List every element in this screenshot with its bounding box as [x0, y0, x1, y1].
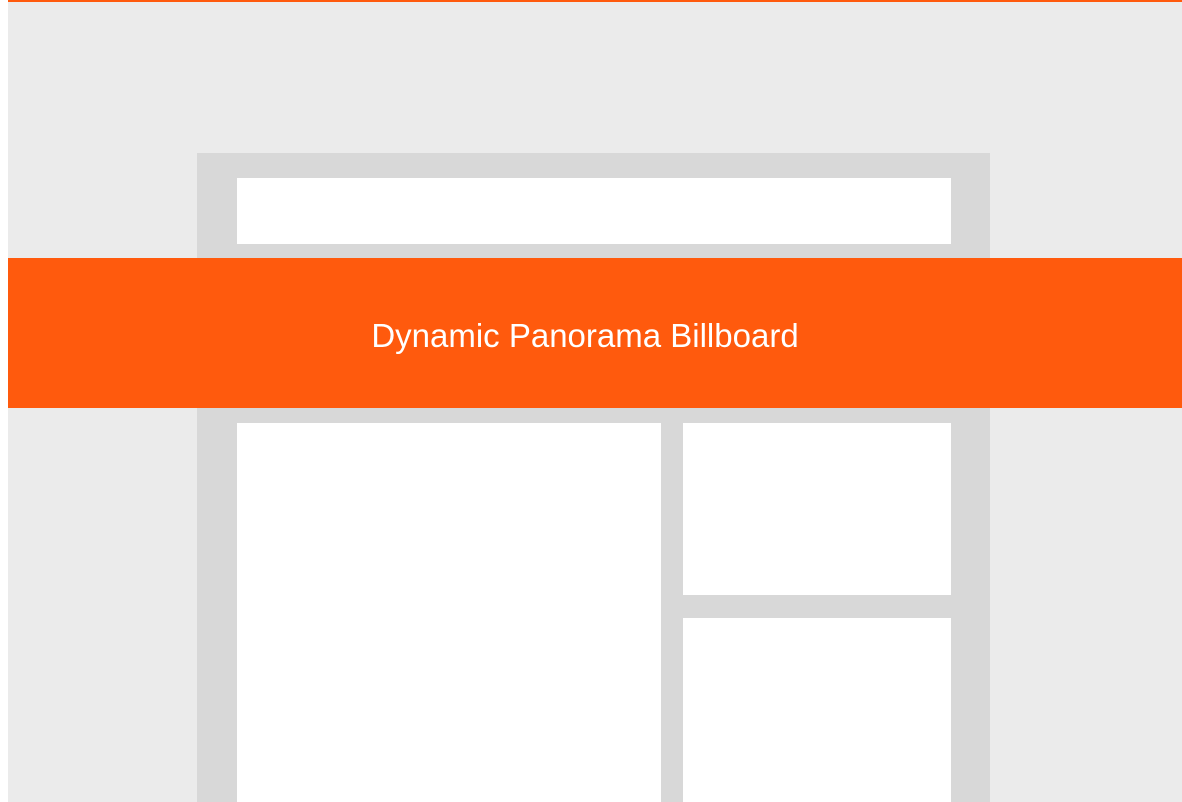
main-content-slot	[237, 423, 661, 802]
side-ad-slot-upper	[683, 423, 951, 595]
top-ad-slot	[237, 178, 951, 244]
side-ad-slot-lower	[683, 618, 951, 802]
panorama-billboard-banner: Dynamic Panorama Billboard	[8, 258, 1182, 408]
page-frame	[197, 153, 990, 802]
canvas: Dynamic Panorama Billboard	[8, 0, 1182, 802]
billboard-title: Dynamic Panorama Billboard	[371, 316, 799, 354]
top-accent-line	[8, 0, 1182, 2]
